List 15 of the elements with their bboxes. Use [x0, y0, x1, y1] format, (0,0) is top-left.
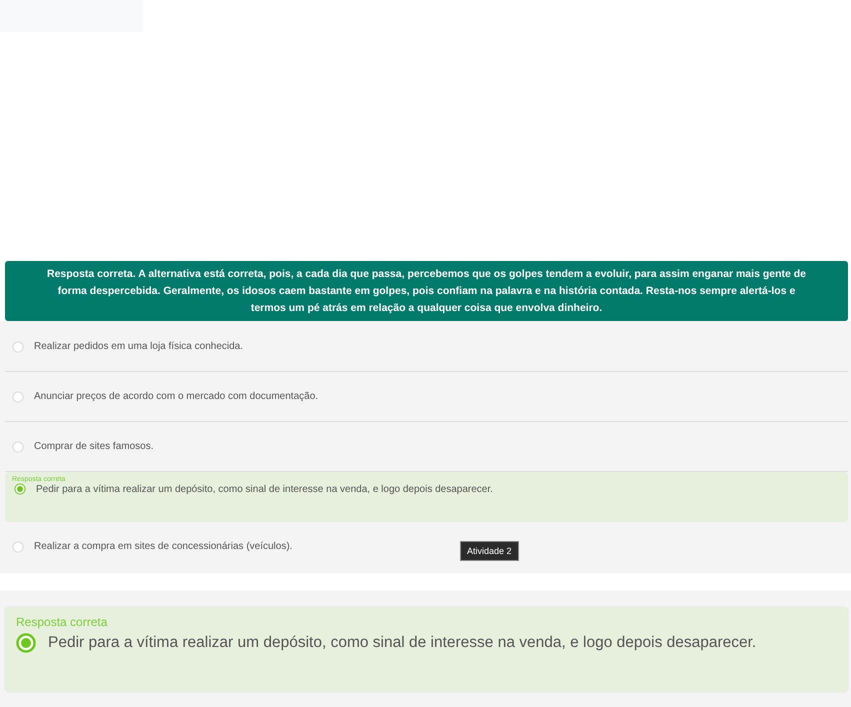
radio-button[interactable] [12, 440, 24, 452]
option-label: Anunciar preços de acordo com o mercado com documentação. [34, 391, 318, 402]
option-label: Realizar pedidos em uma loja física conhecida. [34, 341, 243, 352]
radio-button[interactable] [12, 540, 24, 552]
option-label: Comprar de sites famosos. [34, 441, 154, 452]
option-label: Realizar a compra em sites de concessionárias (veículos). [34, 541, 292, 552]
correct-answer-label: Resposta correta [16, 615, 108, 629]
radio-button[interactable] [12, 390, 24, 402]
radio-button[interactable] [16, 633, 36, 653]
radio-button[interactable] [12, 340, 24, 352]
tooltip: Atividade 2 [460, 541, 519, 561]
option-label: Pedir para a vítima realizar um depósito, como sinal de interesse na venda, e logo depois desaparecer. [48, 634, 756, 652]
feedback-message: Resposta correta. A alternativa está correta, pois, a cada dia que passa, percebemos que os golpes tendem a evoluir, para assim enganar mais gente de forma despercebida. Geralmente, os idosos caem bastante em golpes, pois confiam na palavra e na história contada. Resta-nos sempre alertá-los e termos um pé atrás em relação a qualquer coisa que envolva dinheiro. [5, 261, 848, 321]
option-label: Pedir para a vítima realizar um depósito, como sinal de interesse na venda, e logo depois desaparecer. [36, 484, 493, 494]
radio-button[interactable] [14, 483, 26, 495]
